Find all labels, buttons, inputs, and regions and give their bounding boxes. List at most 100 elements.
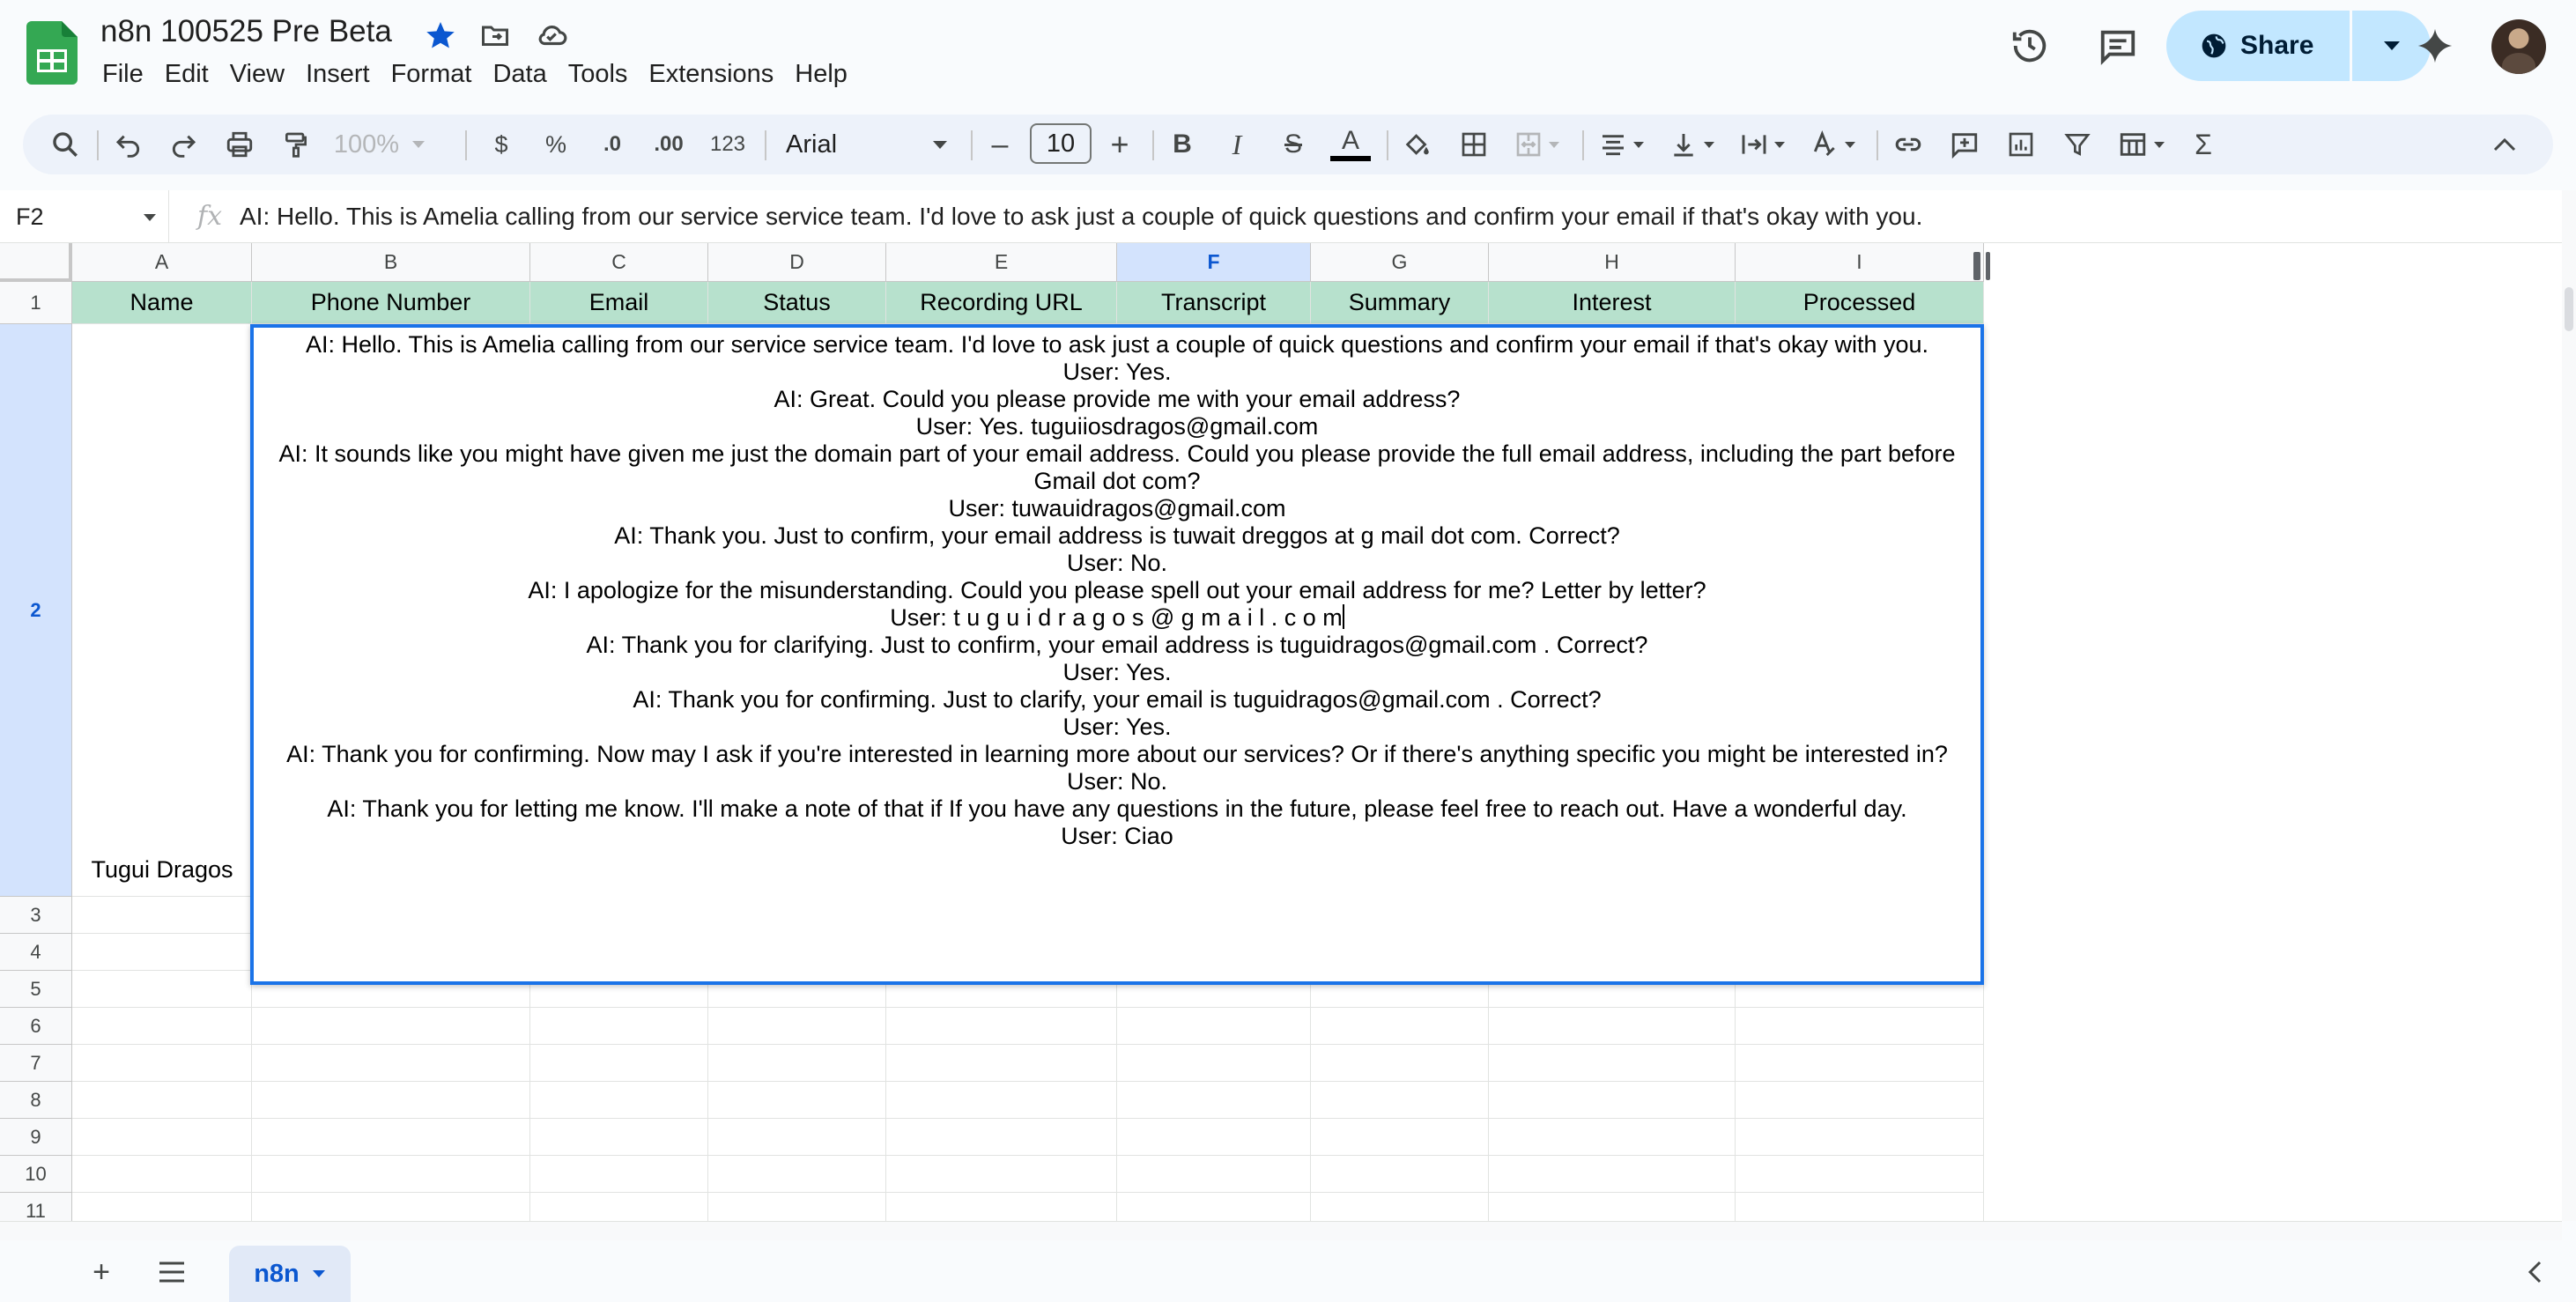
grid-cell[interactable] bbox=[252, 1082, 530, 1119]
insert-chart-icon[interactable] bbox=[1998, 122, 2044, 167]
sheets-logo[interactable] bbox=[26, 21, 78, 85]
column-header[interactable]: C bbox=[530, 243, 708, 282]
grid-cell[interactable] bbox=[1311, 1082, 1489, 1119]
move-folder-icon[interactable] bbox=[476, 16, 514, 55]
row-header[interactable]: 2 bbox=[0, 324, 72, 897]
spreadsheet-grid[interactable]: A B C D E F G H I 1 2 3 4 5 6 7 8 9 10 11 Name Phone Number Em… bbox=[0, 243, 2562, 1221]
header-cell[interactable]: Phone Number bbox=[252, 282, 530, 324]
grid-cell[interactable] bbox=[1736, 1119, 1984, 1156]
filter-views-icon[interactable] bbox=[2111, 122, 2173, 167]
column-header[interactable]: G bbox=[1311, 243, 1489, 282]
row-header[interactable]: 4 bbox=[0, 934, 72, 971]
decrease-decimal-button[interactable]: .0 bbox=[588, 122, 636, 167]
history-icon[interactable] bbox=[2005, 21, 2054, 70]
decrease-font-size-button[interactable]: – bbox=[980, 122, 1020, 167]
horizontal-align-icon[interactable] bbox=[1591, 122, 1653, 167]
name-box[interactable]: F2 bbox=[0, 190, 169, 243]
currency-format-button[interactable]: $ bbox=[479, 122, 523, 167]
grid-cell[interactable] bbox=[72, 934, 252, 971]
grid-cell[interactable] bbox=[708, 1045, 886, 1082]
grid-cell[interactable] bbox=[72, 897, 252, 934]
cloud-icon[interactable] bbox=[532, 16, 571, 55]
avatar[interactable] bbox=[2491, 19, 2546, 74]
header-cell[interactable]: Status bbox=[708, 282, 886, 324]
column-header[interactable]: F bbox=[1117, 243, 1311, 282]
filter-icon[interactable] bbox=[2054, 122, 2100, 167]
number-format-button[interactable]: 123 bbox=[703, 122, 752, 167]
grid-cell[interactable] bbox=[708, 1082, 886, 1119]
share-button[interactable]: Share bbox=[2166, 11, 2350, 81]
column-header[interactable]: B bbox=[252, 243, 530, 282]
grid-cell[interactable] bbox=[252, 1045, 530, 1082]
grid-cell[interactable] bbox=[1117, 1045, 1311, 1082]
chevron-up-icon[interactable] bbox=[2483, 122, 2527, 167]
row-header[interactable]: 6 bbox=[0, 1008, 72, 1045]
grid-cell[interactable] bbox=[1117, 1082, 1311, 1119]
row-header[interactable]: 11 bbox=[0, 1193, 72, 1221]
column-header[interactable]: A bbox=[72, 243, 252, 282]
row-header[interactable]: 5 bbox=[0, 971, 72, 1008]
grid-cell[interactable] bbox=[530, 1156, 708, 1193]
column-header[interactable]: H bbox=[1489, 243, 1736, 282]
menu-data[interactable]: Data bbox=[482, 56, 557, 97]
grid-cell[interactable] bbox=[1311, 1156, 1489, 1193]
header-cell[interactable]: Email bbox=[530, 282, 708, 324]
text-wrapping-icon[interactable] bbox=[1732, 122, 1794, 167]
menu-file[interactable]: File bbox=[92, 56, 154, 97]
grid-cell[interactable] bbox=[72, 971, 252, 1008]
chevron-left-icon[interactable] bbox=[2513, 1253, 2557, 1291]
grid-cell[interactable] bbox=[886, 1193, 1117, 1221]
column-header[interactable]: D bbox=[708, 243, 886, 282]
functions-button[interactable]: Σ bbox=[2181, 122, 2225, 167]
grid-cell[interactable] bbox=[530, 1193, 708, 1221]
menu-help[interactable]: Help bbox=[784, 56, 858, 97]
grid-cell[interactable] bbox=[1311, 1193, 1489, 1221]
header-cell[interactable]: Processed bbox=[1736, 282, 1984, 324]
grid-cell[interactable] bbox=[708, 1119, 886, 1156]
text-color-button[interactable]: A bbox=[1327, 122, 1374, 167]
grid-cell[interactable] bbox=[252, 1193, 530, 1221]
grid-cell[interactable] bbox=[72, 1119, 252, 1156]
grid-cell[interactable] bbox=[886, 1082, 1117, 1119]
grid-cell[interactable] bbox=[72, 1045, 252, 1082]
grid-cell[interactable] bbox=[708, 1193, 886, 1221]
grid-cell[interactable] bbox=[72, 1193, 252, 1221]
add-sheet-button[interactable]: + bbox=[79, 1253, 123, 1291]
select-all-corner[interactable] bbox=[0, 243, 72, 282]
header-cell[interactable]: Interest bbox=[1489, 282, 1736, 324]
row-header[interactable]: 3 bbox=[0, 897, 72, 934]
column-header[interactable]: I bbox=[1736, 243, 1984, 282]
font-family-select[interactable]: Arial bbox=[779, 122, 955, 167]
grid-cell[interactable] bbox=[530, 1119, 708, 1156]
grid-cell[interactable] bbox=[72, 1008, 252, 1045]
borders-icon[interactable] bbox=[1452, 122, 1496, 167]
header-cell[interactable]: Recording URL bbox=[886, 282, 1117, 324]
print-icon[interactable] bbox=[217, 122, 263, 167]
sheet-tab-n8n[interactable]: n8n bbox=[229, 1246, 351, 1302]
grid-cell[interactable] bbox=[72, 324, 252, 897]
grid-cell[interactable] bbox=[1489, 1082, 1736, 1119]
undo-icon[interactable] bbox=[106, 122, 152, 167]
text-rotation-icon[interactable] bbox=[1802, 122, 1864, 167]
grid-cell[interactable] bbox=[1489, 1045, 1736, 1082]
grid-cell[interactable] bbox=[1736, 1193, 1984, 1221]
font-size-input[interactable]: 10 bbox=[1030, 123, 1092, 164]
row-header[interactable]: 10 bbox=[0, 1156, 72, 1193]
cell-a2-name[interactable]: Tugui Dragos bbox=[72, 856, 252, 884]
horizontal-scrollbar[interactable] bbox=[0, 1221, 2562, 1240]
grid-cell[interactable] bbox=[1117, 1119, 1311, 1156]
grid-cell[interactable] bbox=[72, 1082, 252, 1119]
document-title[interactable]: n8n 100525 Pre Beta bbox=[100, 14, 392, 49]
grid-cell[interactable] bbox=[1736, 1045, 1984, 1082]
grid-cell[interactable] bbox=[252, 1156, 530, 1193]
vertical-scrollbar[interactable] bbox=[2562, 190, 2576, 1221]
bold-button[interactable]: B bbox=[1161, 122, 1203, 167]
menu-edit[interactable]: Edit bbox=[154, 56, 219, 97]
grid-cell[interactable] bbox=[1311, 1119, 1489, 1156]
menu-insert[interactable]: Insert bbox=[295, 56, 381, 97]
vertical-align-icon[interactable] bbox=[1662, 122, 1723, 167]
paint-format-icon[interactable] bbox=[273, 122, 319, 167]
grid-cell[interactable] bbox=[72, 1156, 252, 1193]
grid-cell[interactable] bbox=[1117, 1193, 1311, 1221]
row-header[interactable]: 9 bbox=[0, 1119, 72, 1156]
